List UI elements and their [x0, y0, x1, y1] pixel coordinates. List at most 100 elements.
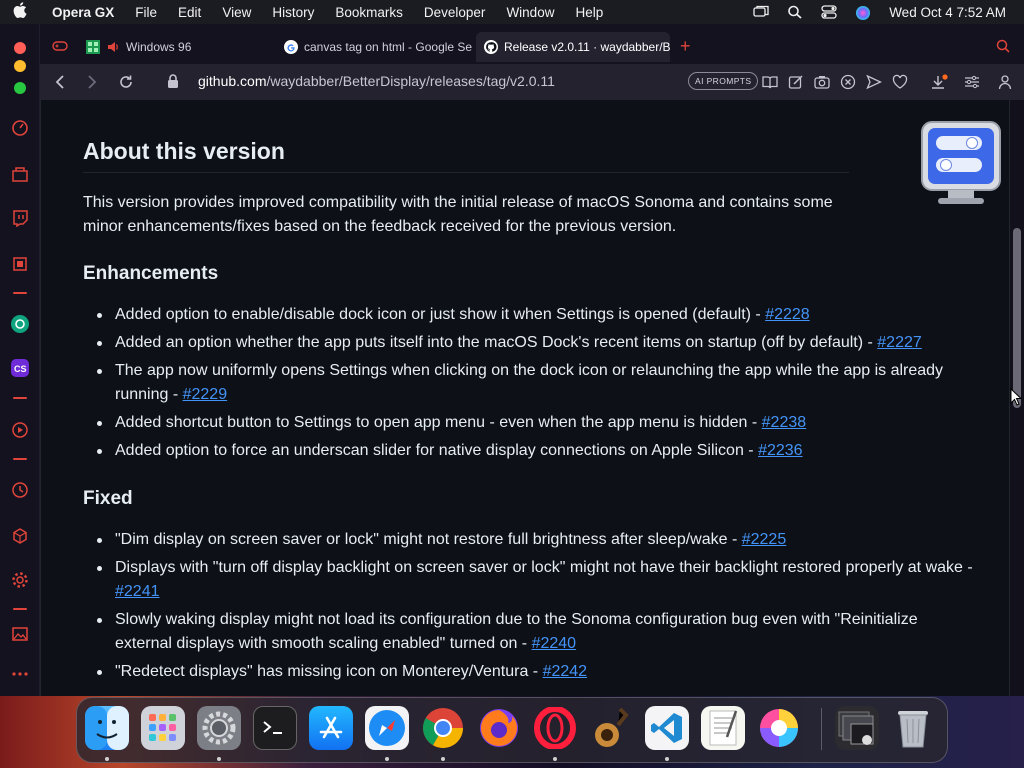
- launchpad-icon[interactable]: [141, 706, 185, 750]
- workspace-gamepad-icon[interactable]: [52, 39, 68, 57]
- issue-link[interactable]: #2225: [742, 531, 787, 548]
- cs-app-icon[interactable]: CS: [10, 358, 30, 378]
- more-options-icon[interactable]: [10, 664, 30, 684]
- list-item-text: Added option to enable/disable dock icon…: [115, 306, 766, 323]
- tab-google-search[interactable]: canvas tag on html - Google Se: [276, 32, 472, 62]
- history-icon[interactable]: [10, 480, 30, 500]
- opera-gx-icon[interactable]: [533, 706, 577, 750]
- downloads-stack-icon[interactable]: [835, 706, 879, 750]
- profile-icon[interactable]: [998, 74, 1014, 90]
- lock-icon[interactable]: [166, 73, 182, 89]
- close-window-icon[interactable]: [10, 38, 30, 58]
- list-item-text: Added an option whether the app puts its…: [115, 334, 878, 351]
- menu-developer[interactable]: Developer: [424, 5, 486, 20]
- new-tab-plus-icon[interactable]: +: [680, 36, 691, 57]
- mouse-cursor-icon: [1010, 387, 1023, 411]
- ai-prompts-button[interactable]: AI PROMPTS: [688, 72, 759, 90]
- list-item-text: "Dim display on screen saver or lock" mi…: [115, 531, 742, 548]
- menu-bookmarks[interactable]: Bookmarks: [335, 5, 403, 20]
- reload-icon[interactable]: [116, 72, 136, 92]
- svg-text:CS: CS: [14, 364, 27, 374]
- snapshot-camera-icon[interactable]: [814, 74, 830, 90]
- menu-window[interactable]: Window: [506, 5, 554, 20]
- firefox-icon[interactable]: [477, 706, 521, 750]
- hardware-limiter-icon[interactable]: [10, 254, 30, 274]
- tab-strip: Windows 96 canvas tag on html - Google S…: [40, 24, 1024, 64]
- twitch-icon[interactable]: [10, 208, 30, 228]
- edit-pencil-icon[interactable]: [788, 74, 804, 90]
- menu-file[interactable]: File: [135, 5, 157, 20]
- menu-help[interactable]: Help: [575, 5, 603, 20]
- terminal-icon[interactable]: [253, 706, 297, 750]
- windows96-icon: [86, 40, 100, 54]
- address-bar-url[interactable]: github.com/waydabber/BetterDisplay/relea…: [198, 73, 555, 89]
- apple-menu-icon[interactable]: [0, 2, 40, 22]
- chatgpt-icon[interactable]: [10, 314, 30, 334]
- issue-link[interactable]: #2229: [183, 386, 228, 403]
- bookmark-heart-icon[interactable]: [892, 74, 908, 90]
- sidebar-separator: [13, 608, 27, 610]
- tab-windows-96[interactable]: Windows 96: [78, 32, 268, 62]
- forward-arrow-icon[interactable]: [82, 72, 102, 92]
- gx-control-icon[interactable]: [10, 118, 30, 138]
- menu-view[interactable]: View: [222, 5, 251, 20]
- list-item-text: Added option to force an underscan slide…: [115, 442, 759, 459]
- trash-icon[interactable]: [891, 706, 935, 750]
- wallpaper-icon[interactable]: [10, 624, 30, 644]
- enhancements-list: Added option to enable/disable dock icon…: [83, 303, 973, 467]
- tab-github-release[interactable]: Release v2.0.11 · waydabber/Be: [476, 32, 670, 62]
- menu-history[interactable]: History: [272, 5, 314, 20]
- release-section-heading: About this version: [83, 138, 285, 164]
- garageband-icon[interactable]: [589, 706, 633, 750]
- menu-bar: Opera GX File Edit View History Bookmark…: [0, 0, 1024, 24]
- gx-corner-icon[interactable]: [10, 164, 30, 184]
- list-item: Displays with "turn off display backligh…: [83, 556, 973, 604]
- speaker-audio-icon[interactable]: [106, 40, 120, 54]
- send-flow-icon[interactable]: [866, 74, 883, 90]
- fixed-list: "Dim display on screen saver or lock" mi…: [83, 528, 973, 688]
- tab-label: Windows 96: [126, 40, 192, 54]
- reader-mode-icon[interactable]: [762, 74, 778, 90]
- vscode-icon[interactable]: [645, 706, 689, 750]
- issue-link[interactable]: #2236: [758, 442, 803, 459]
- url-domain: github.com: [198, 73, 267, 89]
- issue-link[interactable]: #2241: [115, 583, 160, 600]
- scrollbar-thumb[interactable]: [1013, 228, 1021, 408]
- opera-sidebar: CS: [0, 24, 40, 696]
- issue-link[interactable]: #2240: [532, 635, 577, 652]
- finder-icon[interactable]: [85, 706, 129, 750]
- issue-link[interactable]: #2242: [543, 663, 588, 680]
- menu-clock[interactable]: Wed Oct 4 7:52 AM: [889, 5, 1006, 20]
- list-item: Added option to force an underscan slide…: [83, 439, 973, 463]
- list-item: Slowly waking display might not load its…: [83, 608, 973, 656]
- sidebar-separator: [13, 458, 27, 460]
- extensions-icon[interactable]: [10, 526, 30, 546]
- app-store-icon[interactable]: [309, 706, 353, 750]
- list-item: "Dim display on screen saver or lock" mi…: [83, 528, 973, 552]
- sidebar-separator: [13, 292, 27, 294]
- pixelmator-icon[interactable]: [757, 706, 801, 750]
- heading-divider: [83, 172, 849, 173]
- safari-icon[interactable]: [365, 706, 409, 750]
- issue-link[interactable]: #2228: [765, 306, 810, 323]
- settings-gear-icon[interactable]: [10, 570, 30, 590]
- downloads-icon[interactable]: [930, 74, 948, 90]
- spotlight-search-icon[interactable]: [787, 5, 803, 19]
- menu-edit[interactable]: Edit: [178, 5, 201, 20]
- block-ads-icon[interactable]: [840, 74, 856, 90]
- screen-mirroring-icon[interactable]: [753, 5, 769, 19]
- easy-setup-sliders-icon[interactable]: [964, 74, 980, 90]
- control-center-icon[interactable]: [821, 5, 837, 19]
- tab-search-icon[interactable]: [996, 39, 1010, 58]
- chrome-icon[interactable]: [421, 706, 465, 750]
- back-arrow-icon[interactable]: [50, 72, 70, 92]
- minimize-window-icon[interactable]: [10, 56, 30, 76]
- textedit-icon[interactable]: [701, 706, 745, 750]
- issue-link[interactable]: #2238: [762, 414, 807, 431]
- system-settings-icon[interactable]: [197, 706, 241, 750]
- siri-icon[interactable]: [855, 5, 871, 20]
- menu-app-name[interactable]: Opera GX: [52, 5, 114, 20]
- zoom-window-icon[interactable]: [10, 78, 30, 98]
- player-icon[interactable]: [10, 420, 30, 440]
- issue-link[interactable]: #2227: [877, 334, 922, 351]
